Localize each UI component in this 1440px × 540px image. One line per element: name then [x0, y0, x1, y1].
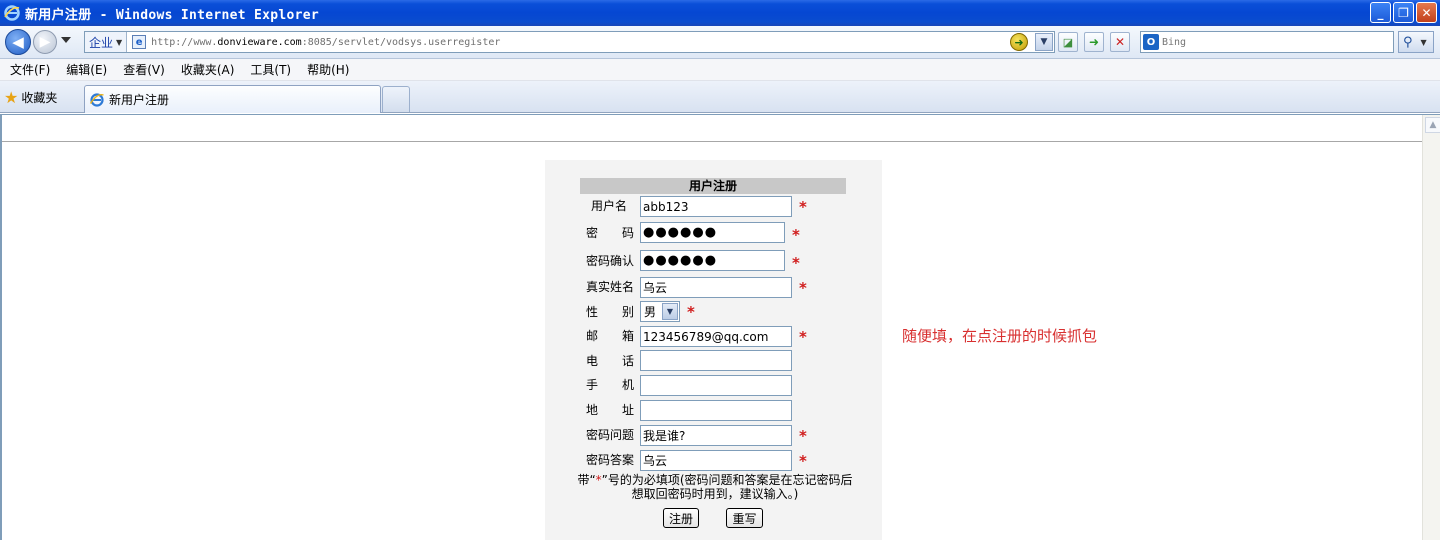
confirm-password-field[interactable]: ●●●●●● [640, 250, 785, 271]
register-form: 用户注册 用户名 abb123 * 密 码 ●●●●●● * 密码确认 ●●●●… [545, 160, 882, 540]
minimize-button[interactable]: _ [1370, 2, 1391, 23]
recent-pages-dropdown[interactable] [61, 37, 71, 43]
gender-select[interactable]: 男 ▼ [640, 301, 680, 322]
phone-label: 电 话 [586, 354, 635, 368]
phone-field[interactable] [640, 350, 792, 371]
form-title: 用户注册 [580, 178, 846, 194]
chevron-up-icon: ▲ [1429, 120, 1437, 130]
go-button[interactable]: ➜ [1084, 32, 1104, 52]
menu-help[interactable]: 帮助(H) [307, 61, 349, 78]
feed-icon: ◪ [1062, 35, 1074, 49]
close-icon: ✕ [1421, 5, 1432, 20]
chevron-down-icon: ▼ [662, 303, 678, 320]
back-arrow-icon: ◀ [12, 33, 24, 51]
menu-file[interactable]: 文件(F) [10, 61, 50, 78]
go-arrow-icon: ➜ [1088, 35, 1100, 49]
security-answer-field[interactable]: 乌云 [640, 450, 792, 471]
email-field[interactable]: 123456789@qq.com [640, 326, 792, 347]
required-mark: * [799, 452, 807, 470]
username-label: 用户名 [591, 199, 628, 213]
menu-tools[interactable]: 工具(T) [250, 61, 291, 78]
address-field[interactable] [640, 400, 792, 421]
search-input[interactable] [1162, 36, 1382, 48]
address-toolbar: ◀ ▶ 企业 ▼ e http://www.donvieware.com:808… [0, 26, 1440, 59]
page-icon: e [132, 35, 147, 49]
zone-dropdown[interactable]: 企业 ▼ [85, 32, 128, 52]
back-button[interactable]: ◀ [5, 29, 31, 55]
realname-label: 真实姓名 [586, 280, 635, 294]
search-box[interactable]: O [1140, 31, 1394, 53]
chevron-down-icon: ▼ [116, 37, 123, 47]
rss-button[interactable]: ◪ [1058, 32, 1078, 52]
page-content: ▲ 用户注册 用户名 abb123 * 密 码 ●●●●●● * 密码确认 ●●… [0, 114, 1440, 540]
minimize-icon: _ [1377, 5, 1384, 20]
scroll-up-button[interactable]: ▲ [1425, 117, 1440, 133]
favorites-label: 收藏夹 [21, 90, 58, 105]
compatibility-view-icon[interactable]: ➜ [1010, 33, 1028, 51]
forward-arrow-icon: ▶ [39, 34, 51, 50]
mobile-label: 手 机 [586, 378, 635, 392]
window-titlebar: 新用户注册 - Windows Internet Explorer _ ❐ ✕ [0, 0, 1440, 26]
address-label: 地 址 [586, 403, 635, 417]
tab-bar: ★ 收藏夹 新用户注册 [0, 81, 1440, 113]
gender-label: 性 别 [586, 305, 635, 319]
required-mark: * [799, 328, 807, 346]
required-mark: * [792, 226, 800, 244]
confirm-label: 密码确认 [586, 254, 635, 268]
email-label: 邮 箱 [586, 329, 635, 343]
tab-active[interactable]: 新用户注册 [84, 85, 381, 113]
required-mark: * [687, 303, 695, 321]
url-text[interactable]: http://www.donvieware.com:8085/servlet/v… [151, 37, 500, 48]
forward-button[interactable]: ▶ [33, 30, 57, 54]
register-button[interactable]: 注册 [663, 508, 699, 528]
username-field[interactable]: abb123 [640, 196, 792, 217]
menu-view[interactable]: 查看(V) [123, 61, 165, 78]
tab-title: 新用户注册 [109, 93, 170, 107]
required-mark: * [799, 279, 807, 297]
search-icon: ⚲ [1403, 34, 1413, 50]
internet-explorer-icon [89, 92, 104, 107]
close-button[interactable]: ✕ [1416, 2, 1437, 23]
window-title: 新用户注册 - Windows Internet Explorer [25, 7, 320, 23]
star-icon: ★ [4, 87, 19, 107]
search-provider-icon: O [1143, 34, 1159, 50]
gender-value: 男 [644, 305, 657, 319]
vertical-scrollbar[interactable]: ▲ [1422, 115, 1440, 540]
zone-label: 企业 [89, 35, 114, 50]
menu-bar: 文件(F) 编辑(E) 查看(V) 收藏夹(A) 工具(T) 帮助(H) [0, 59, 1440, 81]
required-mark: * [792, 254, 800, 272]
question-label: 密码问题 [586, 428, 635, 442]
annotation-text: 随便填，在点注册的时候抓包 [902, 327, 1098, 345]
chevron-down-icon: ▼ [1040, 37, 1048, 47]
stop-button[interactable]: ✕ [1110, 32, 1130, 52]
restore-icon: ❐ [1398, 5, 1409, 20]
new-tab-button[interactable] [382, 86, 410, 112]
menu-edit[interactable]: 编辑(E) [66, 61, 107, 78]
address-bar[interactable]: 企业 ▼ e http://www.donvieware.com:8085/se… [84, 31, 1055, 53]
restore-button[interactable]: ❐ [1393, 2, 1414, 23]
required-note: 带“*”号的为必填项(密码问题和答案是在忘记密码后想取回密码时用到，建议输入。) [577, 473, 853, 501]
stop-x-icon: ✕ [1114, 35, 1126, 49]
password-label: 密 码 [586, 226, 635, 240]
internet-explorer-icon [4, 5, 20, 21]
required-mark: * [799, 198, 807, 216]
divider [2, 141, 1422, 142]
security-question-field[interactable]: 我是谁? [640, 425, 792, 446]
favorites-button[interactable]: ★ 收藏夹 [4, 86, 57, 108]
mobile-field[interactable] [640, 375, 792, 396]
reset-button[interactable]: 重写 [726, 508, 763, 528]
menu-favorites[interactable]: 收藏夹(A) [181, 61, 235, 78]
chevron-down-icon: ▼ [1420, 37, 1427, 47]
address-dropdown-button[interactable]: ▼ [1035, 33, 1053, 51]
password-field[interactable]: ●●●●●● [640, 222, 785, 243]
search-button[interactable]: ⚲ ▼ [1398, 31, 1434, 53]
realname-field[interactable]: 乌云 [640, 277, 792, 298]
answer-label: 密码答案 [586, 453, 635, 467]
required-mark: * [799, 427, 807, 445]
